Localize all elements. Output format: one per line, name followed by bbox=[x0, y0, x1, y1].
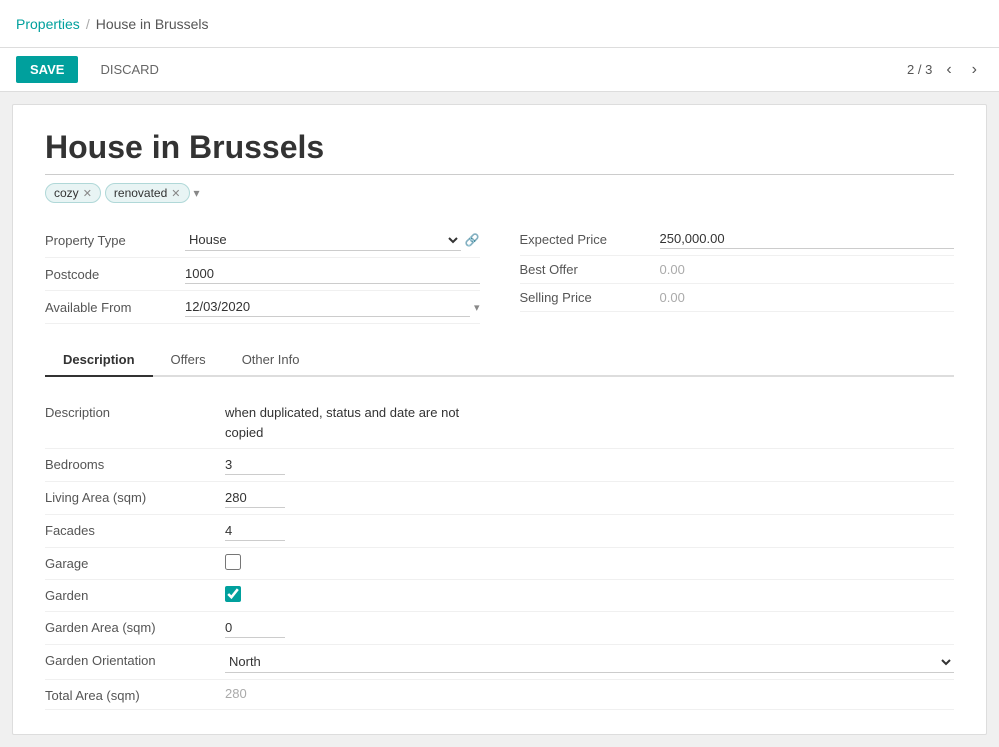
selling-price-row: Selling Price 0.00 bbox=[520, 284, 955, 312]
garden-checkbox[interactable] bbox=[225, 586, 241, 602]
best-offer-row: Best Offer 0.00 bbox=[520, 256, 955, 284]
garden-label: Garden bbox=[45, 586, 225, 603]
breadcrumb: Properties / House in Brussels bbox=[16, 16, 209, 32]
fields-left: Property Type House 🔗 Postcode Available… bbox=[45, 223, 480, 324]
selling-price-display: 0.00 bbox=[660, 290, 685, 305]
property-type-external-link[interactable]: 🔗 bbox=[465, 233, 480, 247]
living-area-row: Living Area (sqm) bbox=[45, 482, 954, 515]
total-area-display: 280 bbox=[225, 686, 247, 701]
available-from-input[interactable] bbox=[185, 297, 470, 317]
breadcrumb-separator: / bbox=[86, 16, 90, 32]
living-area-label: Living Area (sqm) bbox=[45, 488, 225, 505]
tags-row: cozy ✕ renovated ✕ ▾ bbox=[45, 183, 954, 203]
best-offer-label: Best Offer bbox=[520, 262, 660, 277]
postcode-row: Postcode bbox=[45, 258, 480, 291]
description-text-content: when duplicated, status and date are not… bbox=[225, 403, 954, 442]
toolbar-actions: SAVE DISCARD bbox=[16, 56, 173, 83]
fields-right: Expected Price Best Offer 0.00 Selling P… bbox=[520, 223, 955, 324]
description-tab-content: Description when duplicated, status and … bbox=[45, 397, 954, 710]
facades-input[interactable] bbox=[225, 521, 285, 541]
fields-grid: Property Type House 🔗 Postcode Available… bbox=[45, 223, 954, 324]
facades-value bbox=[225, 521, 954, 541]
discard-button[interactable]: DISCARD bbox=[86, 56, 173, 83]
toolbar: SAVE DISCARD 2 / 3 ‹ › bbox=[0, 48, 999, 92]
pagination-text: 2 / 3 bbox=[907, 62, 932, 77]
tab-other-info[interactable]: Other Info bbox=[224, 344, 318, 377]
available-from-row: Available From ▾ bbox=[45, 291, 480, 324]
next-button[interactable]: › bbox=[966, 59, 983, 81]
garden-area-value bbox=[225, 618, 954, 638]
available-from-value: ▾ bbox=[185, 297, 480, 317]
description-line1: when duplicated, status and date are not bbox=[225, 405, 459, 420]
save-button[interactable]: SAVE bbox=[16, 56, 78, 83]
property-type-select[interactable]: House bbox=[185, 229, 461, 251]
total-area-label: Total Area (sqm) bbox=[45, 686, 225, 703]
postcode-value bbox=[185, 264, 480, 284]
garden-area-label: Garden Area (sqm) bbox=[45, 618, 225, 635]
expected-price-label: Expected Price bbox=[520, 232, 660, 247]
expected-price-input[interactable] bbox=[660, 229, 955, 249]
selling-price-label: Selling Price bbox=[520, 290, 660, 305]
garden-row: Garden bbox=[45, 580, 954, 612]
best-offer-value: 0.00 bbox=[660, 262, 955, 277]
tabs-bar: Description Offers Other Info bbox=[45, 344, 954, 377]
tag-cozy-label: cozy bbox=[54, 186, 79, 200]
main-content: House in Brussels cozy ✕ renovated ✕ ▾ P… bbox=[12, 104, 987, 735]
garage-checkbox-wrapper bbox=[225, 554, 954, 573]
top-bar: Properties / House in Brussels bbox=[0, 0, 999, 48]
bedrooms-input[interactable] bbox=[225, 455, 285, 475]
tag-renovated-remove[interactable]: ✕ bbox=[171, 187, 180, 200]
facades-label: Facades bbox=[45, 521, 225, 538]
total-area-row: Total Area (sqm) 280 bbox=[45, 680, 954, 710]
garden-area-row: Garden Area (sqm) bbox=[45, 612, 954, 645]
description-row: Description when duplicated, status and … bbox=[45, 397, 954, 449]
property-type-row: Property Type House 🔗 bbox=[45, 223, 480, 258]
tags-dropdown-arrow[interactable]: ▾ bbox=[194, 186, 200, 200]
garden-checkbox-wrapper bbox=[225, 586, 954, 605]
expected-price-value bbox=[660, 229, 955, 249]
tab-offers[interactable]: Offers bbox=[153, 344, 224, 377]
total-area-value: 280 bbox=[225, 686, 954, 701]
tag-cozy: cozy ✕ bbox=[45, 183, 101, 203]
bedrooms-row: Bedrooms bbox=[45, 449, 954, 482]
living-area-value bbox=[225, 488, 954, 508]
available-from-label: Available From bbox=[45, 300, 185, 315]
available-from-dropdown[interactable]: ▾ bbox=[474, 301, 480, 314]
garden-area-input[interactable] bbox=[225, 618, 285, 638]
selling-price-value: 0.00 bbox=[660, 290, 955, 305]
bedrooms-value bbox=[225, 455, 954, 475]
garden-orientation-value: North South East West bbox=[225, 651, 954, 673]
facades-row: Facades bbox=[45, 515, 954, 548]
description-line2: copied bbox=[225, 425, 263, 440]
bedrooms-label: Bedrooms bbox=[45, 455, 225, 472]
garage-checkbox[interactable] bbox=[225, 554, 241, 570]
postcode-label: Postcode bbox=[45, 267, 185, 282]
expected-price-row: Expected Price bbox=[520, 223, 955, 256]
breadcrumb-parent[interactable]: Properties bbox=[16, 16, 80, 32]
pagination: 2 / 3 ‹ › bbox=[907, 59, 983, 81]
description-text: when duplicated, status and date are not… bbox=[225, 403, 954, 442]
prev-button[interactable]: ‹ bbox=[940, 59, 957, 81]
tag-renovated: renovated ✕ bbox=[105, 183, 190, 203]
tag-renovated-label: renovated bbox=[114, 186, 167, 200]
tab-description[interactable]: Description bbox=[45, 344, 153, 377]
property-type-label: Property Type bbox=[45, 233, 185, 248]
tag-cozy-remove[interactable]: ✕ bbox=[83, 187, 92, 200]
best-offer-display: 0.00 bbox=[660, 262, 685, 277]
garage-label: Garage bbox=[45, 554, 225, 571]
description-label: Description bbox=[45, 403, 225, 420]
garden-orientation-row: Garden Orientation North South East West bbox=[45, 645, 954, 680]
record-title: House in Brussels bbox=[45, 129, 954, 175]
living-area-input[interactable] bbox=[225, 488, 285, 508]
garden-orientation-label: Garden Orientation bbox=[45, 651, 225, 668]
breadcrumb-current: House in Brussels bbox=[96, 16, 209, 32]
postcode-input[interactable] bbox=[185, 264, 480, 284]
garden-orientation-select[interactable]: North South East West bbox=[225, 651, 954, 673]
property-type-value: House 🔗 bbox=[185, 229, 480, 251]
garage-row: Garage bbox=[45, 548, 954, 580]
